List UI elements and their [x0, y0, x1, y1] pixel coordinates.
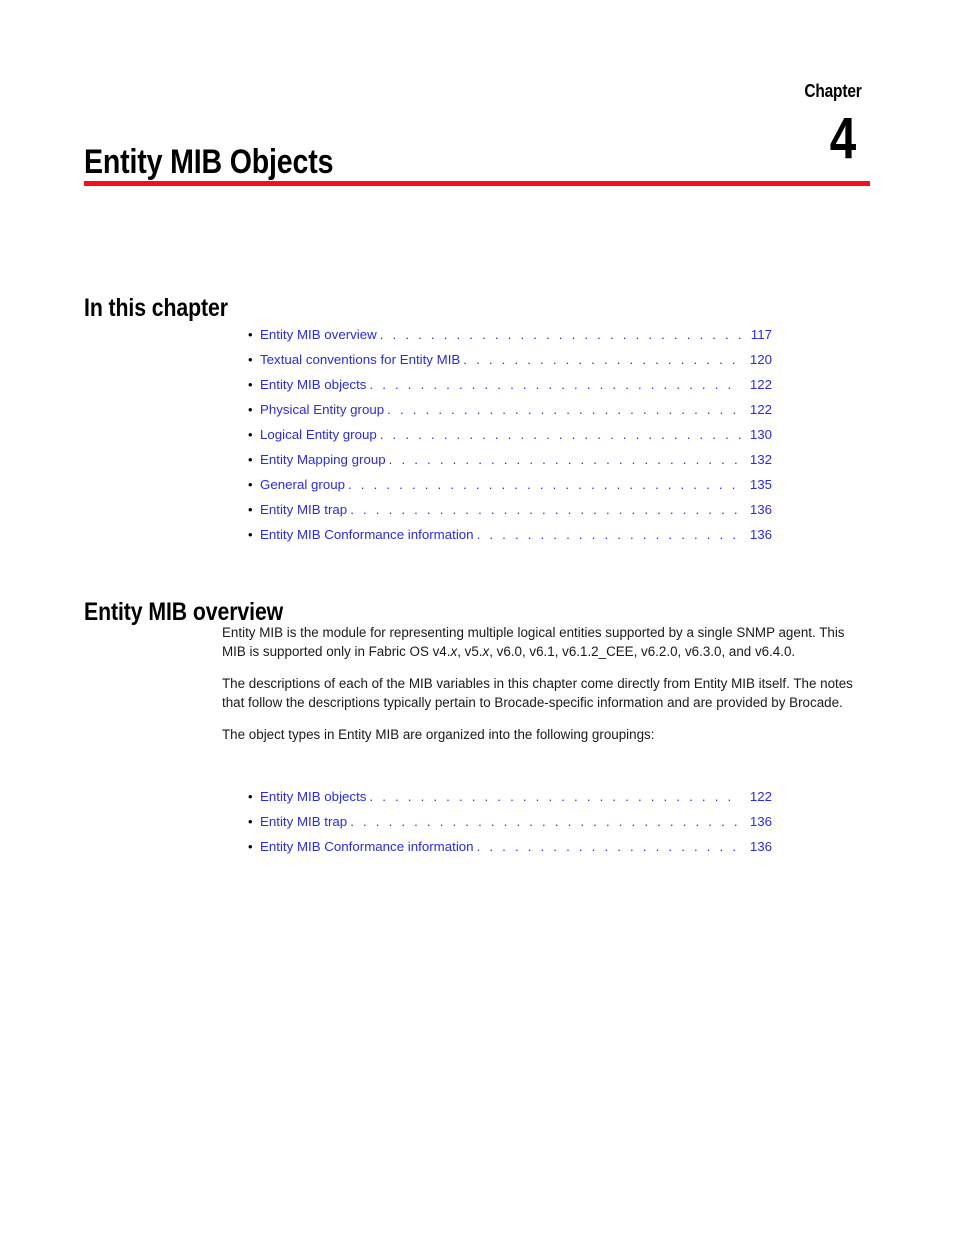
toc-page-number[interactable]: 122	[742, 372, 772, 397]
bullet-icon: •	[248, 527, 253, 542]
bullet-icon: •	[248, 814, 253, 829]
bullet-icon: •	[248, 427, 253, 442]
toc-dot-leader	[348, 472, 741, 497]
chapter-header: Chapter 4 Entity MIB Objects	[84, 72, 870, 190]
paragraph-entity-mib-intro: Entity MIB is the module for representin…	[222, 624, 856, 661]
toc-dot-leader	[369, 372, 741, 397]
toc-dot-leader	[380, 322, 741, 347]
toc-entry[interactable]: • Entity MIB Conformance information 136	[248, 522, 772, 547]
section-heading-entity-mib-overview: Entity MIB overview	[84, 597, 284, 626]
toc-entry[interactable]: • Entity MIB trap 136	[248, 497, 772, 522]
bullet-icon: •	[248, 402, 253, 417]
overview-body-text: Entity MIB is the module for representin…	[222, 624, 856, 745]
paragraph-groupings-lead-in: The object types in Entity MIB are organ…	[222, 727, 655, 743]
toc-entry[interactable]: • Entity Mapping group 132	[248, 447, 772, 472]
toc-entry-label[interactable]: Entity Mapping group	[260, 447, 386, 472]
toc-page-number[interactable]: 136	[742, 834, 772, 859]
toc-dot-leader	[350, 809, 741, 834]
bullet-icon: •	[248, 352, 253, 367]
page-title: Entity MIB Objects	[84, 142, 334, 181]
toc-dot-leader	[477, 522, 741, 547]
bullet-icon: •	[248, 839, 253, 854]
toc-entry-label[interactable]: Entity MIB Conformance information	[260, 834, 474, 859]
toc-page-number[interactable]: 136	[742, 522, 772, 547]
toc-entry[interactable]: • Entity MIB overview 117	[248, 322, 772, 347]
bullet-icon: •	[248, 377, 253, 392]
toc-page-number[interactable]: 132	[742, 447, 772, 472]
toc-page-number[interactable]: 122	[742, 784, 772, 809]
toc-entry-label[interactable]: General group	[260, 472, 345, 497]
toc-entry-label[interactable]: Entity MIB trap	[260, 497, 347, 522]
paragraph-descriptions-note: The descriptions of each of the MIB vari…	[222, 676, 853, 710]
section-heading-in-this-chapter: In this chapter	[84, 293, 228, 322]
toc-page-number[interactable]: 130	[742, 422, 772, 447]
toc-entry[interactable]: • Logical Entity group 130	[248, 422, 772, 447]
toc-entry-label[interactable]: Entity MIB objects	[260, 784, 366, 809]
toc-dot-leader	[463, 347, 741, 372]
chapter-number: 4	[829, 106, 856, 171]
toc-entry-label[interactable]: Entity MIB trap	[260, 809, 347, 834]
chapter-divider-rule	[84, 181, 870, 186]
toc-entry[interactable]: • Entity MIB objects 122	[248, 372, 772, 397]
toc-page-number[interactable]: 120	[742, 347, 772, 372]
bullet-icon: •	[248, 327, 253, 342]
toc-dot-leader	[380, 422, 741, 447]
toc-page-number[interactable]: 136	[742, 809, 772, 834]
bullet-icon: •	[248, 452, 253, 467]
toc-dot-leader	[389, 447, 741, 472]
toc-entry[interactable]: • Entity MIB objects 122	[248, 784, 772, 809]
toc-entry-label[interactable]: Entity MIB overview	[260, 322, 377, 347]
toc-dot-leader	[387, 397, 741, 422]
toc-dot-leader	[369, 784, 741, 809]
toc-entry-label[interactable]: Physical Entity group	[260, 397, 384, 422]
toc-page-number[interactable]: 122	[742, 397, 772, 422]
toc-entry[interactable]: • Physical Entity group 122	[248, 397, 772, 422]
toc-entry-label[interactable]: Entity MIB objects	[260, 372, 366, 397]
table-of-contents-main: • Entity MIB overview 117 • Textual conventi…	[248, 322, 772, 547]
toc-page-number[interactable]: 135	[742, 472, 772, 497]
toc-page-number[interactable]: 136	[742, 497, 772, 522]
bullet-icon: •	[248, 502, 253, 517]
document-page: Chapter 4 Entity MIB Objects In this cha…	[0, 0, 954, 1235]
paragraph-text-part: , v6.0, v6.1, v6.1.2_CEE, v6.2.0, v6.3.0…	[489, 643, 796, 659]
toc-entry-label[interactable]: Entity MIB Conformance information	[260, 522, 474, 547]
toc-page-number[interactable]: 117	[742, 322, 772, 347]
toc-entry-label[interactable]: Textual conventions for Entity MIB	[260, 347, 460, 372]
toc-entry[interactable]: • Entity MIB trap 136	[248, 809, 772, 834]
paragraph-text-part: , v5.	[457, 643, 483, 659]
toc-entry-label[interactable]: Logical Entity group	[260, 422, 377, 447]
toc-entry[interactable]: • General group 135	[248, 472, 772, 497]
toc-dot-leader	[477, 834, 741, 859]
table-of-contents-groupings: • Entity MIB objects 122 • Entity MIB trap 13…	[248, 784, 772, 859]
chapter-label: Chapter	[804, 81, 862, 101]
toc-dot-leader	[350, 497, 741, 522]
toc-entry[interactable]: • Textual conventions for Entity MIB 120	[248, 347, 772, 372]
bullet-icon: •	[248, 789, 253, 804]
toc-entry[interactable]: • Entity MIB Conformance information 136	[248, 834, 772, 859]
bullet-icon: •	[248, 477, 253, 492]
